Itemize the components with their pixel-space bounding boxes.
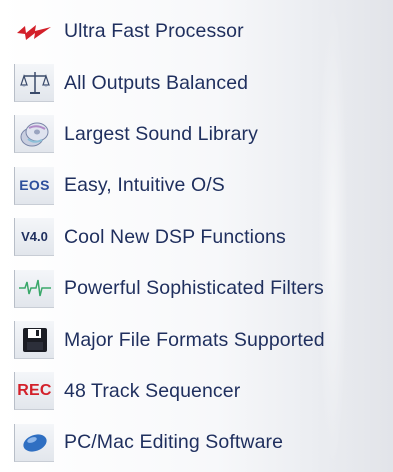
list-item: REC 48 Track Sequencer <box>0 366 393 417</box>
mouse-icon <box>14 423 54 462</box>
feature-label: Major File Formats Supported <box>64 328 325 351</box>
list-item: All Outputs Balanced <box>0 57 393 108</box>
rec-text-icon: REC <box>14 372 54 411</box>
feature-label: All Outputs Balanced <box>64 71 249 94</box>
list-item: Ultra Fast Processor <box>0 6 393 57</box>
lightning-bolt-icon <box>14 13 54 51</box>
feature-label: 48 Track Sequencer <box>64 379 241 402</box>
feature-label: Largest Sound Library <box>64 122 258 145</box>
feature-label: Easy, Intuitive O/S <box>64 174 225 197</box>
list-item: V4.0 Cool New DSP Functions <box>0 212 393 263</box>
feature-label: Cool New DSP Functions <box>64 225 286 248</box>
feature-list: Ultra Fast Processor All Outputs Balance… <box>0 6 393 469</box>
feature-label: PC/Mac Editing Software <box>64 431 284 454</box>
eos-text-icon: EOS <box>14 166 54 205</box>
list-item: EOS Easy, Intuitive O/S <box>0 160 393 211</box>
waveform-icon <box>14 269 54 308</box>
feature-label: Powerful Sophisticated Filters <box>64 277 324 300</box>
version-text-icon: V4.0 <box>14 218 54 257</box>
list-item: PC/Mac Editing Software <box>0 417 393 468</box>
list-item: Powerful Sophisticated Filters <box>0 263 393 314</box>
disc-stack-icon <box>14 115 54 154</box>
balance-scale-icon <box>14 64 54 103</box>
floppy-disk-icon <box>14 321 54 360</box>
list-item: Major File Formats Supported <box>0 314 393 365</box>
feature-label: Ultra Fast Processor <box>64 20 244 43</box>
list-item: Largest Sound Library <box>0 109 393 160</box>
